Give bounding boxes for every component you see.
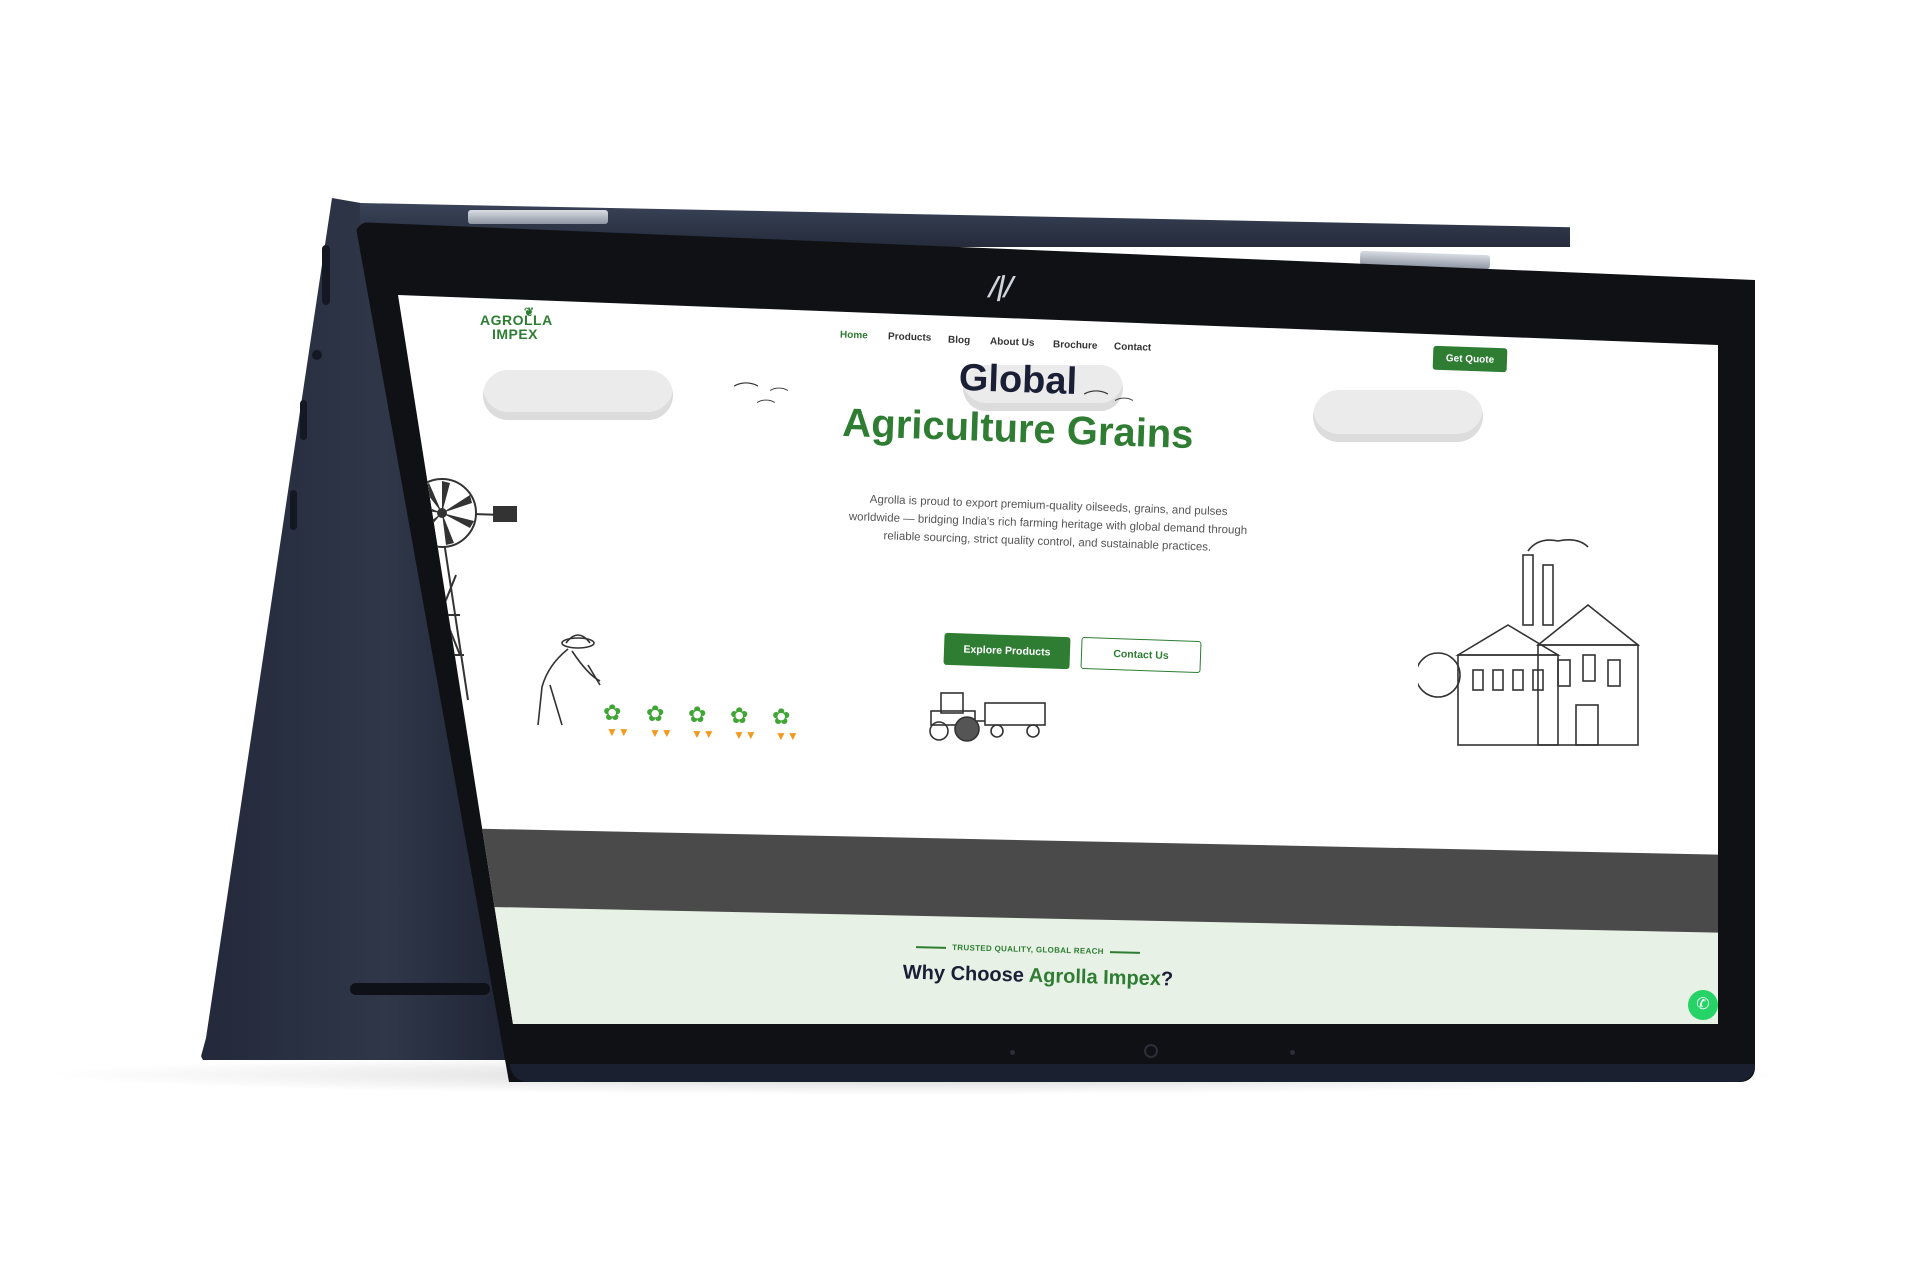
device-port xyxy=(322,245,330,305)
carrot-icon: ▼▼ xyxy=(691,727,715,741)
get-quote-button[interactable]: Get Quote xyxy=(1432,345,1508,373)
hero-description: Agrolla is proud to export premium-quali… xyxy=(848,493,1248,554)
heading-prefix: Why Choose xyxy=(902,961,1030,987)
website-viewport: ❦ AGROLLA IMPEX Home Products Blog About… xyxy=(398,295,1718,1024)
plant-icon: ✿ xyxy=(730,703,749,728)
explore-products-button[interactable]: Explore Products xyxy=(943,632,1071,670)
heading-accent: Agrolla Impex xyxy=(1028,964,1162,991)
carrot-icon: ▼▼ xyxy=(775,729,799,743)
factory-illustration xyxy=(1418,539,1641,746)
logo-text-bottom: IMPEX xyxy=(491,326,539,342)
nav-about-us[interactable]: About Us xyxy=(990,336,1035,349)
heading-suffix: ? xyxy=(1160,968,1174,991)
carrot-icon: ▼▼ xyxy=(606,725,630,739)
logo-text-top: AGROLLA xyxy=(480,312,553,328)
plant-icon: ✿ xyxy=(603,700,622,725)
whatsapp-icon: ✆ xyxy=(1696,996,1710,1013)
plant-icon: ✿ xyxy=(688,702,707,727)
carrot-icon: ▼▼ xyxy=(649,726,673,740)
nav-products[interactable]: Products xyxy=(888,331,932,344)
contact-us-button[interactable]: Contact Us xyxy=(1080,636,1202,674)
site-logo[interactable]: ❦ AGROLLA IMPEX xyxy=(480,305,553,342)
device-vent xyxy=(350,983,490,995)
bezel-sensor xyxy=(1010,1050,1015,1055)
hinge-clip xyxy=(468,210,608,224)
leaf-icon: ❦ xyxy=(524,305,535,319)
plant-icon: ✿ xyxy=(646,701,665,726)
tractor-illustration xyxy=(929,692,1046,742)
device-port xyxy=(290,490,297,530)
bezel-sensor xyxy=(1290,1050,1295,1055)
nav-home[interactable]: Home xyxy=(840,330,868,342)
webcam-icon xyxy=(1144,1044,1158,1058)
device-port xyxy=(300,400,307,440)
device-bottom-rim xyxy=(510,1064,1755,1082)
nav-contact[interactable]: Contact xyxy=(1114,341,1152,353)
nav-brochure[interactable]: Brochure xyxy=(1053,339,1098,352)
cloud-illustration xyxy=(483,370,673,420)
carrot-icon: ▼▼ xyxy=(733,728,757,742)
nav-blog[interactable]: Blog xyxy=(948,335,971,347)
cloud-illustration xyxy=(1313,390,1483,442)
device-audio-jack xyxy=(312,350,322,360)
whatsapp-chat-button[interactable]: ✆ xyxy=(1688,990,1718,1020)
plant-icon: ✿ xyxy=(772,704,791,729)
